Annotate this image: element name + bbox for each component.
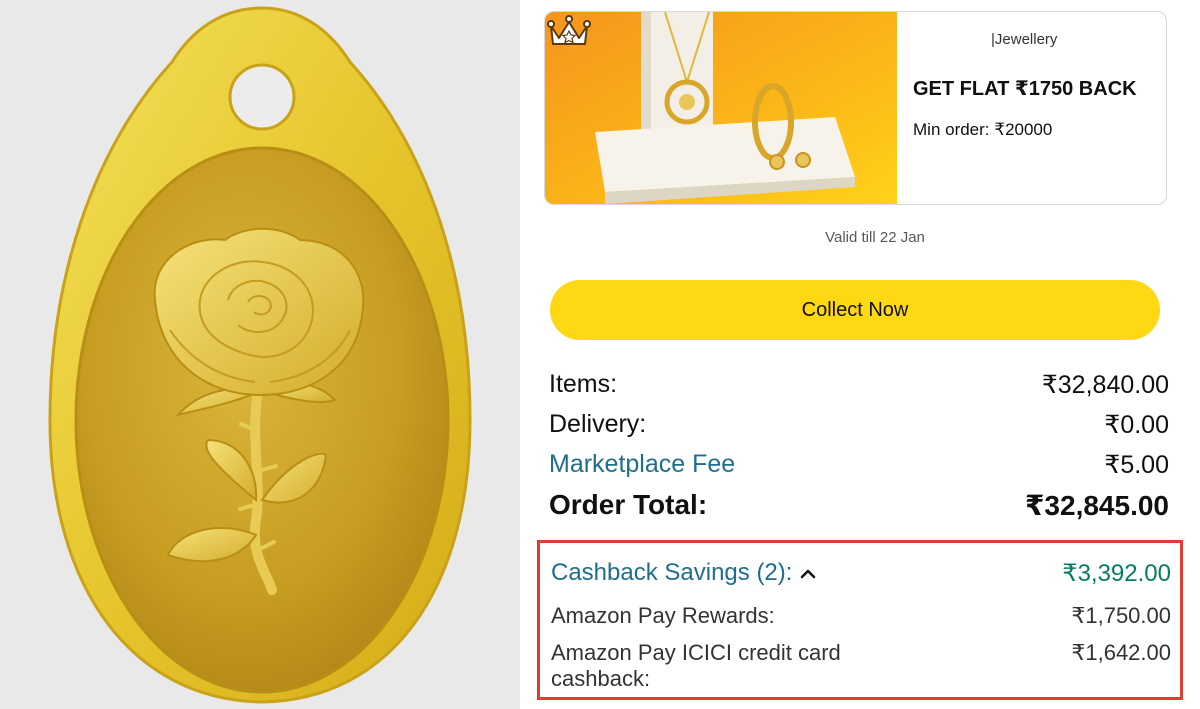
cashback-item-value: ₹1,642.00 bbox=[1071, 640, 1171, 665]
collect-now-button[interactable]: Collect Now bbox=[550, 280, 1160, 340]
offer-validity: Valid till 22 Jan bbox=[825, 229, 925, 246]
cashback-item-value: ₹1,750.00 bbox=[1071, 603, 1171, 628]
order-total-row: Order Total: ₹32,845.00 bbox=[549, 489, 1169, 521]
order-summary-panel: |Jewellery GET FLAT ₹1750 BACK Min order… bbox=[520, 0, 1200, 709]
order-total-value: ₹32,845.00 bbox=[1024, 490, 1169, 521]
cashback-item-label-line2: cashback: bbox=[551, 666, 651, 691]
offer-min-order: Min order: ₹20000 bbox=[913, 120, 1053, 139]
delivery-label: Delivery: bbox=[549, 410, 647, 438]
jewellery-display-image bbox=[545, 12, 897, 204]
cashback-heading-text: Cashback Savings (2): bbox=[551, 559, 793, 586]
marketplace-fee-row: Marketplace Fee ₹5.00 bbox=[549, 450, 1169, 482]
gold-rose-pendant-image bbox=[48, 6, 472, 704]
chevron-up-icon[interactable] bbox=[800, 566, 816, 582]
cashback-item-label-line1: Amazon Pay ICICI credit card bbox=[551, 640, 841, 665]
delivery-row: Delivery: ₹0.00 bbox=[549, 410, 1169, 442]
cashback-heading[interactable]: Cashback Savings (2): bbox=[551, 559, 816, 587]
cashback-total-value: ₹3,392.00 bbox=[1062, 560, 1171, 587]
jewellery-offer-card[interactable]: |Jewellery GET FLAT ₹1750 BACK Min order… bbox=[544, 11, 1167, 205]
offer-details: |Jewellery GET FLAT ₹1750 BACK Min order… bbox=[913, 12, 1166, 204]
offer-category: |Jewellery bbox=[991, 31, 1058, 48]
offer-headline: GET FLAT ₹1750 BACK bbox=[913, 78, 1137, 100]
product-image bbox=[0, 0, 520, 709]
marketplace-fee-value: ₹5.00 bbox=[1104, 451, 1169, 479]
cashback-item-label: Amazon Pay ICICI credit card cashback: bbox=[551, 640, 841, 692]
delivery-value: ₹0.00 bbox=[1104, 411, 1169, 439]
cashback-savings-box: Cashback Savings (2): ₹3,392.00 Amazon P… bbox=[537, 540, 1183, 700]
order-total-label: Order Total: bbox=[549, 489, 708, 520]
crown-icon bbox=[547, 15, 591, 45]
items-label: Items: bbox=[549, 370, 618, 398]
marketplace-fee-link[interactable]: Marketplace Fee bbox=[549, 450, 735, 479]
offer-image bbox=[545, 12, 897, 204]
cashback-item-label: Amazon Pay Rewards: bbox=[551, 603, 775, 628]
items-row: Items: ₹32,840.00 bbox=[549, 370, 1169, 402]
items-value: ₹32,840.00 bbox=[1041, 371, 1169, 399]
